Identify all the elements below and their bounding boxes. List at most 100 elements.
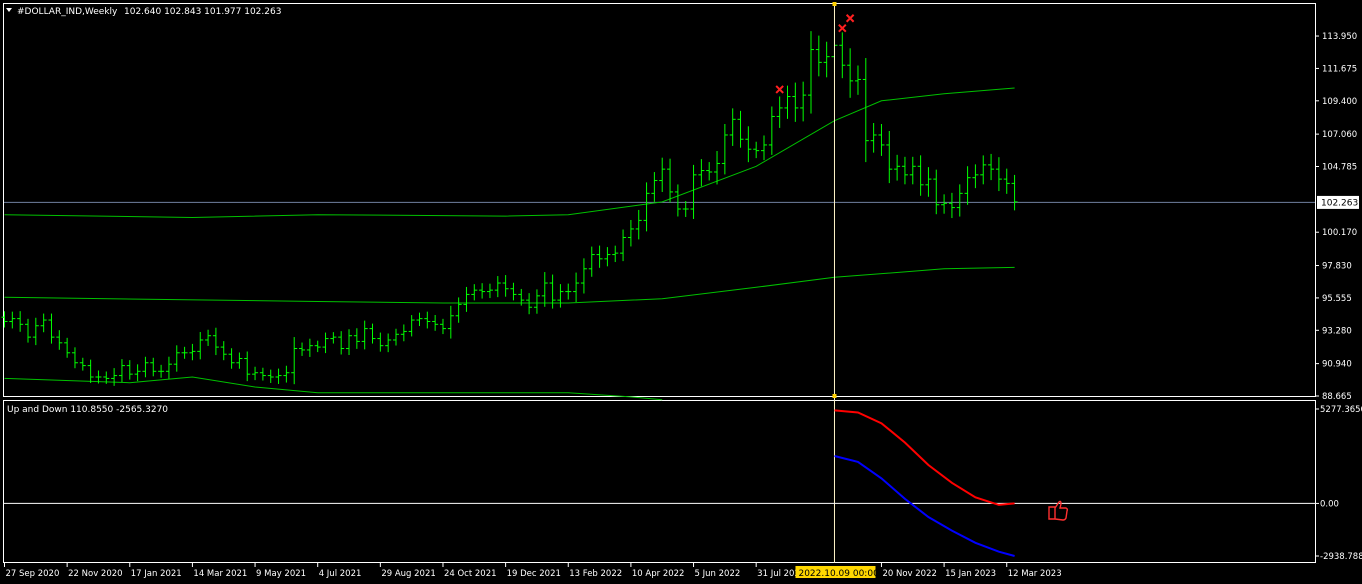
ohlc-bar xyxy=(596,245,603,268)
ohlc-bar xyxy=(776,96,783,128)
time-tick-label: 17 Jan 2021 xyxy=(131,569,182,579)
ohlc-bar xyxy=(118,359,125,383)
signal-cross-icon xyxy=(775,85,784,94)
indicator-axis: 5277.3656 0.00 -2938.7880 xyxy=(1315,405,1362,562)
dropdown-triangle-icon[interactable] xyxy=(6,8,12,12)
ohlc-bar xyxy=(447,305,454,339)
ohlc-bar xyxy=(533,289,540,314)
ohlc-bar xyxy=(823,41,830,78)
ohlc-bar xyxy=(346,329,353,355)
ohlc-bar xyxy=(165,356,172,379)
ohlc-bar xyxy=(894,154,901,181)
ohlc-bar xyxy=(134,364,141,382)
ohlc-bar xyxy=(236,352,243,369)
ohlc-bar xyxy=(620,229,627,262)
ohlc-bar xyxy=(479,283,486,299)
current-price-label: 102.263 xyxy=(1321,198,1358,208)
ohlc-bar xyxy=(557,284,564,308)
ohlc-bar xyxy=(64,337,71,358)
price-tick-label: 88.665 xyxy=(1322,392,1352,402)
chart-window[interactable]: #DOLLAR_IND,Weekly 102.640 102.843 101.9… xyxy=(0,0,1362,584)
indicator-tick-label: 5277.3656 xyxy=(1320,405,1362,415)
ohlc-bar xyxy=(197,332,204,360)
price-tick-label: 90.940 xyxy=(1322,360,1352,370)
ohlc-bar xyxy=(48,313,55,344)
indicator-pane-frame xyxy=(3,400,1316,563)
ohlc-bar xyxy=(32,317,39,346)
ohlc-bar xyxy=(338,331,345,355)
signal-cross-icon xyxy=(838,23,847,33)
indicator-plot-area[interactable] xyxy=(4,409,1315,557)
ohlc-bar xyxy=(189,343,196,361)
ohlc-bar xyxy=(17,311,24,332)
signal-cross-stroke xyxy=(775,85,784,94)
current-price-marker: 102.263 xyxy=(1317,195,1359,209)
ohlc-bar xyxy=(87,359,94,383)
time-tick-label: 9 May 2021 xyxy=(256,569,306,579)
ohlc-bar xyxy=(737,110,744,148)
ohlc-bar xyxy=(494,276,501,298)
ohlc-bar xyxy=(369,323,376,344)
ohlc-bar xyxy=(800,81,807,122)
ohlc-bar xyxy=(377,332,384,352)
ohlc-bar xyxy=(768,106,775,155)
signal-cross-stroke xyxy=(838,23,847,33)
main-plot-area[interactable] xyxy=(1,2,1316,563)
ohlc-bar xyxy=(439,318,446,335)
time-tick-label: 20 Nov 2022 xyxy=(882,569,936,579)
ohlc-bar xyxy=(588,246,595,277)
ohlc-bar xyxy=(698,159,705,187)
ohlc-bar xyxy=(964,166,971,205)
ohlc-bar xyxy=(1,311,8,328)
ohlc-bar xyxy=(565,283,572,300)
crosshair-handle-bottom xyxy=(832,394,837,398)
ohlc-bar xyxy=(244,351,251,382)
ohlc-bar xyxy=(142,356,149,378)
ohlc-bar xyxy=(393,328,399,346)
ohlc-bar xyxy=(995,157,1002,192)
ohlc-bar xyxy=(714,150,721,185)
crosshair-time-marker: 2022.10.09 00:00 xyxy=(795,566,879,579)
ohlc-bar xyxy=(24,318,31,343)
ohlc-bar xyxy=(909,156,916,185)
price-tick-label: 100.170 xyxy=(1322,228,1357,238)
ohlc-bar xyxy=(9,311,16,329)
thumbs-up-icon xyxy=(1048,500,1069,521)
ohlc-bar xyxy=(111,368,118,386)
ohlc-bar xyxy=(651,172,658,202)
ohlc-bar xyxy=(400,324,407,342)
ohlc-bar xyxy=(956,184,963,217)
ohlc-bar xyxy=(252,366,259,381)
price-tick-label: 97.830 xyxy=(1322,262,1352,272)
ohlc-bar xyxy=(948,192,955,219)
band-middle-line xyxy=(4,266,1015,304)
ohlc-bar xyxy=(839,32,846,79)
ohlc-bar xyxy=(635,209,642,240)
ohlc-bar xyxy=(502,275,509,297)
ohlc-bar xyxy=(659,157,666,192)
price-tick-label: 109.400 xyxy=(1322,97,1357,107)
ohlc-bar xyxy=(299,342,306,356)
ohlc-bar xyxy=(173,345,180,372)
indicator-tick-label: 0.00 xyxy=(1320,499,1339,509)
ohlc-bar xyxy=(361,320,368,350)
time-tick-label: 27 Sep 2020 xyxy=(6,569,60,579)
price-tick-label: 93.280 xyxy=(1322,326,1352,336)
ohlc-bar xyxy=(980,155,987,185)
ohlc-bar xyxy=(79,357,86,371)
ohlc-bar xyxy=(471,284,478,301)
ohlc-bar xyxy=(526,293,533,315)
ohlc-bar xyxy=(870,123,877,153)
crosshair-handle-top xyxy=(832,2,837,6)
price-tick-label: 95.555 xyxy=(1322,294,1352,304)
ohlc-bar xyxy=(729,108,736,146)
ohlc-bar xyxy=(259,367,266,381)
time-tick-label: 19 Dec 2021 xyxy=(507,569,561,579)
time-tick-label: 10 Apr 2022 xyxy=(632,569,685,579)
time-axis: 27 Sep 2020 22 Nov 2020 17 Jan 2021 14 Mar … xyxy=(4,563,1062,579)
ohlc-bar xyxy=(627,219,634,247)
ohlc-bar xyxy=(228,348,235,369)
symbol-dropdown[interactable] xyxy=(6,8,12,12)
ohlc-bar xyxy=(886,130,893,184)
price-tick-label: 111.675 xyxy=(1322,64,1357,74)
